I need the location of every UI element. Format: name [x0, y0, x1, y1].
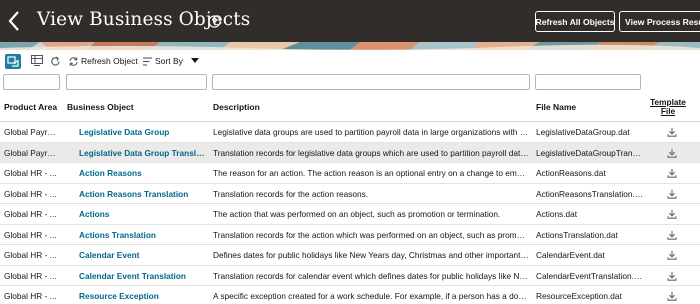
- column-product-area[interactable]: Product Area: [4, 102, 57, 112]
- download-icon[interactable]: [667, 127, 677, 137]
- column-template-file[interactable]: Template File: [648, 98, 688, 116]
- business-object-link[interactable]: Resource Exception: [79, 286, 207, 304]
- file-name-cell: ActionsTranslation.dat: [536, 229, 618, 240]
- chevron-left-icon[interactable]: [6, 10, 22, 32]
- business-object-filter[interactable]: [66, 74, 207, 90]
- product-area-filter[interactable]: [3, 74, 60, 90]
- description-cell: Translation records for calendar event w…: [213, 270, 529, 281]
- table-row[interactable]: Global HR - ... Calendar Event Translatio…: [0, 266, 700, 286]
- download-icon[interactable]: [667, 148, 677, 158]
- file-name-filter[interactable]: [535, 74, 641, 90]
- product-area-cell: Global HR - ...: [4, 291, 57, 301]
- download-icon[interactable]: [667, 168, 677, 178]
- description-cell: The reason for an action. The action rea…: [213, 168, 529, 178]
- download-icon[interactable]: [667, 271, 677, 281]
- download-icon[interactable]: [667, 209, 677, 219]
- table-row[interactable]: Global HR - ... Action Reasons The reason …: [0, 163, 700, 184]
- download-icon[interactable]: [667, 230, 677, 240]
- product-area-cell: Global HR - ...: [4, 168, 57, 178]
- description-cell: Translation records for the action which…: [213, 229, 529, 240]
- business-object-link[interactable]: Actions: [79, 204, 207, 224]
- detach-table-icon: [5, 53, 21, 69]
- table-row[interactable]: Global HR - ... Action Reasons Translatio…: [0, 184, 700, 204]
- business-object-link[interactable]: Action Reasons Translation: [79, 184, 207, 204]
- file-name-cell: ResourceException.dat: [536, 291, 622, 301]
- product-area-cell: Global HR - ...: [4, 188, 57, 199]
- file-name-cell: Actions.dat: [536, 209, 578, 219]
- refresh-object-label: Refresh Object: [81, 56, 138, 66]
- table-row[interactable]: Global HR - ... Actions Translation Transl…: [0, 225, 700, 245]
- view-process-results-button[interactable]: View Process Results: [619, 11, 700, 32]
- business-object-link[interactable]: Legislative Data Group: [79, 122, 207, 142]
- sort-by-label: Sort By: [155, 56, 183, 66]
- table-row[interactable]: Global HR - ... Actions The action that wa…: [0, 204, 700, 225]
- refresh-all-objects-button[interactable]: Refresh All Objects: [535, 11, 615, 32]
- refresh-object-icon: [69, 56, 78, 66]
- product-area-cell: Global Payroll...: [4, 147, 60, 158]
- product-area-cell: Global Payroll...: [4, 127, 60, 137]
- caret-down-icon: [190, 58, 199, 63]
- column-business-object[interactable]: Business Object: [67, 102, 134, 112]
- business-object-link[interactable]: Legislative Data Group Translation: [79, 143, 207, 163]
- decorative-banner: [0, 42, 700, 50]
- column-description[interactable]: Description: [213, 102, 260, 112]
- page-header: View Business Objects Refresh All Object…: [0, 0, 700, 42]
- business-object-link[interactable]: Calendar Event: [79, 245, 207, 265]
- sort-icon: [143, 56, 152, 66]
- description-filter[interactable]: [212, 74, 530, 90]
- refresh-button[interactable]: [50, 50, 61, 72]
- file-name-cell: CalendarEvent.dat: [536, 250, 605, 260]
- description-cell: Defines dates for public holidays like N…: [213, 250, 529, 260]
- table-row[interactable]: Global HR - ... Resource Exception A speci…: [0, 286, 700, 304]
- detach-table-button[interactable]: [5, 50, 21, 72]
- refresh-icon: [51, 56, 60, 66]
- product-area-cell: Global HR - ...: [4, 209, 57, 219]
- file-name-cell: ActionReasonsTranslation.dat: [536, 188, 644, 199]
- business-object-link[interactable]: Calendar Event Translation: [79, 266, 207, 286]
- freeze-columns-button[interactable]: [31, 50, 43, 72]
- table-row[interactable]: Global HR - ... Calendar Event Defines dat…: [0, 245, 700, 266]
- freeze-columns-icon: [31, 55, 43, 66]
- download-icon[interactable]: [667, 189, 677, 199]
- business-objects-table: Global Payroll... Legislative Data Group L…: [0, 122, 700, 304]
- product-area-cell: Global HR - ...: [4, 229, 57, 240]
- product-area-cell: Global HR - ...: [4, 250, 57, 260]
- business-object-link[interactable]: Actions Translation: [79, 225, 207, 245]
- table-header: Product Area Business Object Description…: [0, 92, 700, 122]
- description-cell: The action that was performed on an obje…: [213, 209, 501, 219]
- description-cell: Translation records for legislative data…: [213, 147, 529, 158]
- table-row[interactable]: Global Payroll... Legislative Data Group …: [0, 142, 700, 163]
- business-object-link[interactable]: Action Reasons: [79, 163, 207, 183]
- file-name-cell: ActionReasons.dat: [536, 168, 606, 178]
- description-cell: Translation records for the action reaso…: [213, 188, 369, 199]
- help-circle-icon[interactable]: [208, 15, 221, 28]
- column-file-name[interactable]: File Name: [536, 102, 576, 112]
- toolbar: Refresh Object Sort By: [0, 50, 700, 72]
- description-cell: A specific exception created for a work …: [213, 291, 529, 301]
- download-icon[interactable]: [667, 291, 677, 301]
- file-name-cell: CalendarEventTranslation.dat: [536, 270, 644, 281]
- download-icon[interactable]: [667, 250, 677, 260]
- refresh-object-button[interactable]: Refresh Object: [68, 50, 138, 72]
- file-name-cell: LegislativeDataGroupTransl...: [536, 147, 644, 158]
- product-area-cell: Global HR - ...: [4, 270, 57, 281]
- sort-by-button[interactable]: Sort By: [142, 50, 199, 72]
- description-cell: Legislative data groups are used to part…: [213, 127, 529, 137]
- file-name-cell: LegislativeDataGroup.dat: [536, 127, 630, 137]
- table-row[interactable]: Global Payroll... Legislative Data Group L…: [0, 122, 700, 143]
